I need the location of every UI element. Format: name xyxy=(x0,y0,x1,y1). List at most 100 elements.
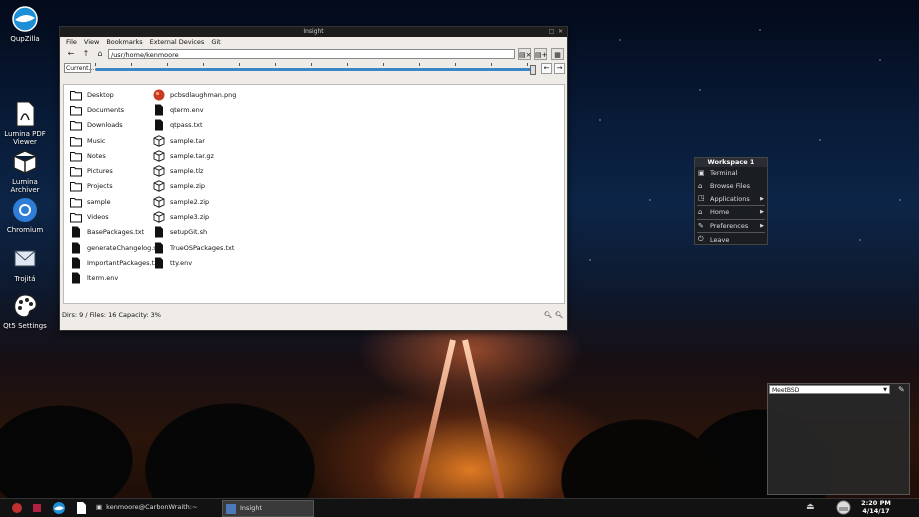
file-item[interactable]: Documents xyxy=(70,102,161,117)
menu-file[interactable]: File xyxy=(66,37,77,47)
file-item[interactable]: Pictures xyxy=(70,163,161,178)
close-icon[interactable]: ✕ xyxy=(557,28,564,35)
applications-icon: ◳ xyxy=(698,194,705,203)
split-view-close-icon[interactable]: ▤× xyxy=(518,48,531,60)
current-tab-button[interactable]: Current... xyxy=(64,63,94,73)
file-item[interactable]: Projects xyxy=(70,179,161,194)
menu-git[interactable]: Git xyxy=(211,37,220,47)
file-item[interactable]: TrueOSPackages.txt xyxy=(153,240,236,255)
status-bar: Dirs: 9 / Files: 16 Capacity: 3% 🔍︎ 🔍︎ xyxy=(60,309,567,321)
folder-icon xyxy=(70,211,82,223)
maximize-icon[interactable]: □ xyxy=(548,28,555,35)
file-name: Notes xyxy=(87,151,106,160)
file-name: Videos xyxy=(87,213,109,222)
taskbar: ▣ kenmoore@CarbonWraith:~ Insight ⏏ 2:20… xyxy=(0,498,919,517)
file-item[interactable]: sample2.zip xyxy=(153,194,236,209)
desktop-icon-trojita[interactable]: Trojitá xyxy=(0,245,50,283)
desktop-icon-qt5-settings[interactable]: Qt5 Settings xyxy=(0,292,50,330)
battery-icon[interactable] xyxy=(836,500,851,517)
file-item[interactable]: Videos xyxy=(70,209,161,224)
file-item[interactable]: qterm.env xyxy=(153,102,236,117)
settings-icon[interactable]: ▦ xyxy=(551,48,564,60)
text-file-icon[interactable] xyxy=(74,501,88,515)
desktop-icon-pdf-viewer[interactable]: Lumina PDF Viewer xyxy=(0,100,50,146)
start-menu-icon[interactable] xyxy=(10,501,24,515)
file-name: lterm.env xyxy=(87,274,119,283)
desktop-icon-chromium[interactable]: Chromium xyxy=(0,196,50,234)
file-item[interactable]: sample3.zip xyxy=(153,209,236,224)
file-icon xyxy=(70,257,82,269)
file-item[interactable]: Notes xyxy=(70,148,161,163)
folder-icon xyxy=(70,180,82,192)
file-column-1: Desktop Documents Downloads Music Notes Pictu… xyxy=(70,87,161,286)
eject-icon[interactable]: ⏏ xyxy=(806,502,815,512)
submenu-arrow-icon: ▶ xyxy=(760,209,764,216)
archive-icon xyxy=(153,180,165,193)
path-input[interactable]: /usr/home/kenmoore xyxy=(108,49,515,59)
folder-icon xyxy=(70,119,82,131)
menu-item-leave[interactable]: ⏻ Leave xyxy=(695,233,767,246)
workspace-menu: Workspace 1 ▣ Terminal ⌂ Browse Files ◳ … xyxy=(694,157,768,245)
desktop-icon-archiver[interactable]: Lumina Archiver xyxy=(0,148,50,194)
desktop-icon-qupzilla[interactable]: QupZilla xyxy=(0,5,50,43)
menu-external-devices[interactable]: External Devices xyxy=(150,37,205,47)
wrench-icon[interactable]: ✎ xyxy=(898,385,908,395)
back-arrow-icon[interactable]: ← xyxy=(66,49,76,59)
file-item[interactable]: setupGit.sh xyxy=(153,225,236,240)
menu-item-home[interactable]: ⌂ Home ▶ xyxy=(695,206,767,219)
file-item[interactable]: generateChangelog.sh xyxy=(70,240,161,255)
file-name: sample.zip xyxy=(170,182,206,191)
next-arrow-icon[interactable]: → xyxy=(554,63,565,74)
menu-item-applications[interactable]: ◳ Applications ▶ xyxy=(695,192,767,205)
menu-view[interactable]: View xyxy=(84,37,99,47)
zoom-out-icon[interactable]: 🔍︎ xyxy=(555,309,563,321)
file-item[interactable]: sample.tar xyxy=(153,133,236,148)
slider-handle[interactable] xyxy=(530,65,536,75)
task-insight[interactable]: Insight xyxy=(222,500,314,517)
menu-bookmarks[interactable]: Bookmarks xyxy=(106,37,142,47)
file-list: Desktop Documents Downloads Music Notes Pictu… xyxy=(63,84,565,304)
task-terminal[interactable]: ▣ kenmoore@CarbonWraith:~ xyxy=(96,500,208,515)
file-name: Desktop xyxy=(87,90,114,99)
file-item[interactable]: ImportantPackages.txt xyxy=(70,255,161,270)
clock[interactable]: 2:20 PM 4/14/17 xyxy=(856,499,896,515)
file-item[interactable]: sample.tlz xyxy=(153,163,236,178)
file-name: sample.tar.gz xyxy=(170,151,214,160)
file-item[interactable]: Downloads xyxy=(70,118,161,133)
folder-icon xyxy=(70,196,82,208)
file-name: Projects xyxy=(87,182,113,191)
file-item[interactable]: Music xyxy=(70,133,161,148)
file-icon xyxy=(153,104,165,116)
toolbar: ← ↑ ⌂ /usr/home/kenmoore ▤× ▤+ ▦ xyxy=(60,47,567,62)
window-titlebar[interactable]: Insight □ ✕ xyxy=(60,27,567,37)
archive-box-icon xyxy=(11,148,39,176)
wrench-icon: ✎ xyxy=(698,221,704,230)
quicklaunch-app-icon[interactable] xyxy=(30,501,44,515)
chevron-down-icon: ▼ xyxy=(883,387,887,393)
file-icon xyxy=(153,226,165,238)
split-view-add-icon[interactable]: ▤+ xyxy=(534,48,547,60)
zoom-in-icon[interactable]: 🔍︎ xyxy=(544,309,552,321)
archive-icon xyxy=(153,211,165,223)
file-item[interactable]: Desktop xyxy=(70,87,161,102)
status-text: Dirs: 9 / Files: 16 Capacity: 3% xyxy=(62,311,161,319)
home-icon[interactable]: ⌂ xyxy=(95,49,105,59)
file-item[interactable]: pcbsdlaughman.png xyxy=(153,87,236,102)
file-item[interactable]: lterm.env xyxy=(70,271,161,286)
up-arrow-icon[interactable]: ↑ xyxy=(81,49,91,59)
file-item[interactable]: BasePackages.txt xyxy=(70,225,161,240)
menu-item-preferences[interactable]: ✎ Preferences ▶ xyxy=(695,220,767,233)
prev-arrow-icon[interactable]: ← xyxy=(541,63,552,74)
qupzilla-globe-icon[interactable] xyxy=(52,501,66,515)
feed-select[interactable]: MeetBSD ▼ xyxy=(769,385,890,394)
menu-item-browse-files[interactable]: ⌂ Browse Files xyxy=(695,180,767,193)
slider-track[interactable] xyxy=(95,68,533,71)
file-item[interactable]: sample xyxy=(70,194,161,209)
file-item[interactable]: tty.env xyxy=(153,255,236,270)
file-item[interactable]: sample.tar.gz xyxy=(153,148,236,163)
menu-item-terminal[interactable]: ▣ Terminal xyxy=(695,167,767,180)
file-icon xyxy=(70,242,82,254)
file-item[interactable]: qtpass.txt xyxy=(153,118,236,133)
file-item[interactable]: sample.zip xyxy=(153,179,236,194)
file-name: tty.env xyxy=(170,258,193,267)
